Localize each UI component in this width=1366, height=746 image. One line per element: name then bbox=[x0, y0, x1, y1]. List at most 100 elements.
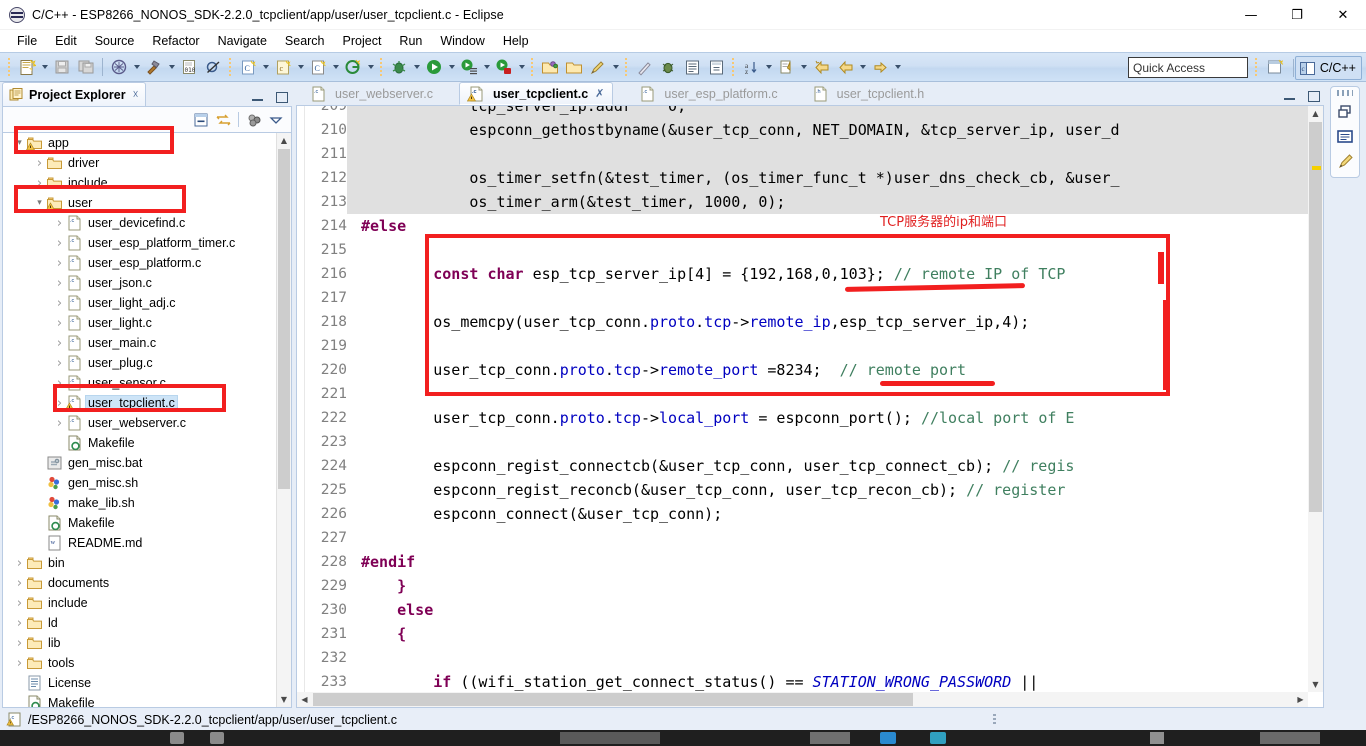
console-button[interactable] bbox=[681, 56, 703, 78]
perspective-cpp-button[interactable]: c C/C++ bbox=[1294, 56, 1362, 80]
tree-item-make-lib-sh[interactable]: make_lib.sh bbox=[3, 493, 276, 513]
tree-item-user-light-adj-c[interactable]: › .c user_light_adj.c bbox=[3, 293, 276, 313]
code-line[interactable]: 220 user_tcp_conn.proto.tcp->remote_port… bbox=[305, 358, 1323, 382]
scroll-up-icon[interactable]: ▲ bbox=[277, 133, 291, 148]
code-line[interactable]: 227 bbox=[305, 526, 1323, 550]
forward-dropdown[interactable] bbox=[857, 56, 868, 78]
editor-horizontal-scrollbar[interactable]: ◀ ▶ bbox=[297, 692, 1308, 707]
scroll-down-icon[interactable]: ▼ bbox=[1308, 677, 1323, 692]
scroll-down-icon[interactable]: ▼ bbox=[277, 692, 291, 707]
code-line[interactable]: 222 user_tcp_conn.proto.tcp->local_port … bbox=[305, 406, 1323, 430]
minimize-view-button[interactable] bbox=[251, 92, 264, 103]
tree-item-user-light-c[interactable]: › .c user_light.c bbox=[3, 313, 276, 333]
editor-tab-user-webserver-c[interactable]: .c user_webserver.c bbox=[302, 82, 441, 105]
binary-button[interactable]: 010 bbox=[178, 56, 200, 78]
chevron-right-icon[interactable]: › bbox=[53, 356, 66, 371]
tree-item-documents[interactable]: › documents bbox=[3, 573, 276, 593]
editor-text-area[interactable]: 209 tcp_server_ip.addr 0; 210 espconn_get… bbox=[305, 106, 1323, 692]
sort-button[interactable]: az bbox=[740, 56, 762, 78]
chevron-right-icon[interactable]: › bbox=[53, 376, 66, 391]
toolbar-grip-3[interactable] bbox=[378, 57, 385, 77]
tree-item-user-esp-platform-c[interactable]: › .c user_esp_platform.c bbox=[3, 253, 276, 273]
save-button[interactable] bbox=[51, 56, 73, 78]
project-tree[interactable]: ▾ app › driver › include ▾ user › .c user_devicefi… bbox=[2, 132, 292, 708]
open-folder-button[interactable] bbox=[539, 56, 561, 78]
tree-scrollbar[interactable]: ▲ ▼ bbox=[276, 133, 291, 707]
code-line[interactable]: 219 bbox=[305, 334, 1323, 358]
tree-item-include[interactable]: › include bbox=[3, 173, 276, 193]
tree-item-tools[interactable]: › tools bbox=[3, 653, 276, 673]
new-c-source-file-button[interactable]: c bbox=[272, 56, 294, 78]
console-icon[interactable] bbox=[1336, 128, 1354, 146]
tab-project-explorer[interactable]: Project Explorer ☓ bbox=[2, 82, 147, 106]
build-hammer-button[interactable] bbox=[143, 56, 165, 78]
forward-button[interactable] bbox=[834, 56, 856, 78]
scroll-left-icon[interactable]: ◀ bbox=[297, 692, 312, 707]
editor-hscroll-thumb[interactable] bbox=[313, 693, 913, 706]
new-c-source-file-dropdown[interactable] bbox=[295, 56, 306, 78]
chevron-right-icon[interactable]: › bbox=[53, 236, 66, 251]
tree-item-makefile[interactable]: Makefile bbox=[3, 513, 276, 533]
code-editor[interactable]: 209 tcp_server_ip.addr 0; 210 espconn_get… bbox=[296, 106, 1324, 708]
tree-scroll-thumb[interactable] bbox=[278, 149, 290, 489]
code-line[interactable]: 214 #else bbox=[305, 214, 1323, 238]
menu-refactor[interactable]: Refactor bbox=[143, 32, 208, 50]
menu-help[interactable]: Help bbox=[494, 32, 538, 50]
tree-item-user-main-c[interactable]: › .c user_main.c bbox=[3, 333, 276, 353]
minimize-editor-button[interactable] bbox=[1283, 91, 1296, 102]
menu-edit[interactable]: Edit bbox=[46, 32, 86, 50]
tree-item-include[interactable]: › include bbox=[3, 593, 276, 613]
build-all-dropdown[interactable] bbox=[131, 56, 142, 78]
close-icon[interactable]: ☓ bbox=[133, 88, 139, 101]
editor-marker-gutter[interactable] bbox=[297, 106, 305, 692]
status-grip[interactable] bbox=[993, 714, 996, 726]
tree-item-user-tcpclient-c[interactable]: › .c user_tcpclient.c bbox=[3, 393, 276, 413]
fast-view-grip[interactable] bbox=[1337, 90, 1353, 96]
stop-debug-dropdown[interactable] bbox=[516, 56, 527, 78]
run-config-button[interactable] bbox=[458, 56, 480, 78]
annotate-button[interactable] bbox=[775, 56, 797, 78]
taskbar-item[interactable] bbox=[930, 732, 946, 744]
new-c-project-button[interactable]: C bbox=[307, 56, 329, 78]
collapse-all-button[interactable] bbox=[191, 110, 211, 130]
code-line[interactable]: 230 else bbox=[305, 598, 1323, 622]
chevron-right-icon[interactable]: › bbox=[13, 616, 26, 631]
menu-navigate[interactable]: Navigate bbox=[209, 32, 276, 50]
restore-icon[interactable] bbox=[1336, 103, 1354, 121]
chevron-right-icon[interactable]: › bbox=[53, 256, 66, 271]
scroll-right-icon[interactable]: ▶ bbox=[1293, 692, 1308, 707]
annotate-dropdown[interactable] bbox=[798, 56, 809, 78]
perspective-grip[interactable] bbox=[1253, 58, 1260, 78]
debug-button[interactable] bbox=[388, 56, 410, 78]
marker-button[interactable] bbox=[633, 56, 655, 78]
chevron-right-icon[interactable]: › bbox=[53, 316, 66, 331]
menu-project[interactable]: Project bbox=[334, 32, 391, 50]
new-c-class-button[interactable]: C bbox=[237, 56, 259, 78]
maximize-editor-button[interactable] bbox=[1308, 91, 1320, 102]
chevron-right-icon[interactable]: › bbox=[53, 296, 66, 311]
open-perspective-button[interactable] bbox=[1266, 58, 1286, 78]
code-line[interactable]: 216 const char esp_tcp_server_ip[4] = {1… bbox=[305, 262, 1323, 286]
code-line[interactable]: 226 espconn_connect(&user_tcp_conn); bbox=[305, 502, 1323, 526]
tree-item-driver[interactable]: › driver bbox=[3, 153, 276, 173]
editor-tab-user-tcpclient-h[interactable]: .h user_tcpclient.h bbox=[804, 82, 933, 105]
chevron-right-icon[interactable]: › bbox=[53, 216, 66, 231]
tree-item-user[interactable]: ▾ user bbox=[3, 193, 276, 213]
view-menu-filter-button[interactable] bbox=[244, 110, 264, 130]
tree-item-user-sensor-c[interactable]: › .c user_sensor.c bbox=[3, 373, 276, 393]
menu-window[interactable]: Window bbox=[431, 32, 493, 50]
menu-file[interactable]: File bbox=[8, 32, 46, 50]
tree-item-user-esp-platform-timer-c[interactable]: › .c user_esp_platform_timer.c bbox=[3, 233, 276, 253]
editor-tab-user-tcpclient-c[interactable]: .c user_tcpclient.c ✗ bbox=[458, 82, 614, 105]
toolbar-grip-5[interactable] bbox=[623, 57, 630, 77]
save-all-button[interactable] bbox=[75, 56, 97, 78]
code-line[interactable]: 232 bbox=[305, 646, 1323, 670]
code-line[interactable]: 209 tcp_server_ip.addr 0; bbox=[305, 106, 1323, 118]
tree-item-bin[interactable]: › bin bbox=[3, 553, 276, 573]
chevron-right-icon[interactable]: › bbox=[13, 636, 26, 651]
taskbar-item[interactable] bbox=[880, 732, 896, 744]
next-button[interactable] bbox=[869, 56, 891, 78]
code-line[interactable]: 211 bbox=[305, 142, 1323, 166]
code-line[interactable]: 210 espconn_gethostbyname(&user_tcp_conn… bbox=[305, 118, 1323, 142]
code-line[interactable]: 233 if ((wifi_station_get_connect_status… bbox=[305, 670, 1323, 692]
